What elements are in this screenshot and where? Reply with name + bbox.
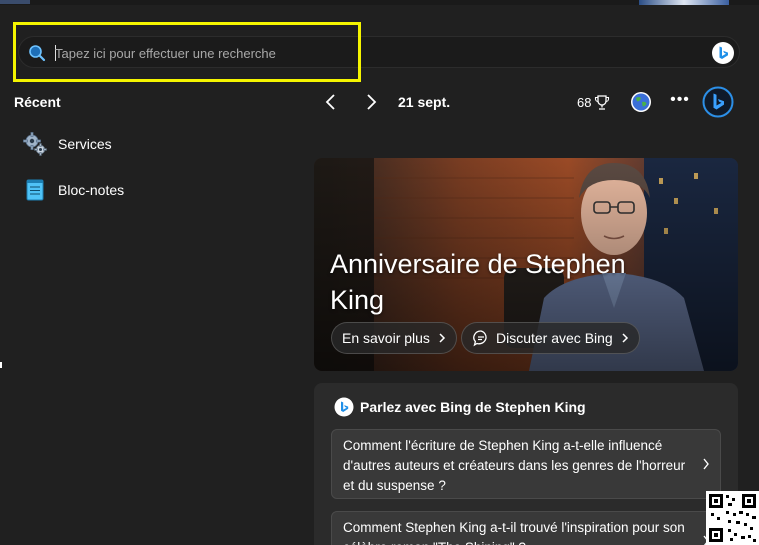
bing-card-header: Parlez avec Bing de Stephen King xyxy=(334,397,586,417)
taskbar-fragment xyxy=(0,0,30,4)
chat-with-bing-button[interactable]: Discuter avec Bing xyxy=(461,322,640,354)
gear-icon xyxy=(23,132,47,156)
qr-code-icon xyxy=(706,491,759,545)
back-arrow-icon[interactable] xyxy=(319,90,343,114)
chat-bubble-icon xyxy=(473,330,487,347)
bing-chat-icon[interactable] xyxy=(702,86,734,118)
question-text: Comment l'écriture de Stephen King a-t-e… xyxy=(343,438,686,493)
more-options-icon[interactable]: ••• xyxy=(669,91,691,113)
recent-item-notepad[interactable]: Bloc-notes xyxy=(22,175,282,205)
bing-chat-card: Parlez avec Bing de Stephen King Comment… xyxy=(314,383,738,545)
globe-icon[interactable] xyxy=(630,91,652,113)
search-box[interactable] xyxy=(18,36,740,68)
search-icon xyxy=(29,45,46,62)
trophy-icon xyxy=(595,95,610,110)
hero-card[interactable]: Anniversaire de Stephen King En savoir p… xyxy=(314,158,738,371)
bing-logo-icon xyxy=(334,397,354,417)
recent-heading: Récent xyxy=(14,94,61,110)
chevron-right-icon xyxy=(703,458,709,470)
search-input[interactable] xyxy=(55,41,655,65)
question-text: Comment Stephen King a-t-il trouvé l'ins… xyxy=(343,520,685,545)
bing-logo-icon[interactable] xyxy=(711,41,735,65)
learn-more-button[interactable]: En savoir plus xyxy=(331,322,457,354)
chevron-right-icon xyxy=(439,333,445,343)
suggested-question[interactable]: Comment Stephen King a-t-il trouvé l'ins… xyxy=(331,511,721,545)
taskbar-fragment-right xyxy=(639,0,729,5)
recent-item-label: Bloc-notes xyxy=(58,182,125,198)
recent-item-label: Services xyxy=(58,136,112,152)
hero-title: Anniversaire de Stephen King xyxy=(330,249,626,315)
top-taskbar-strip xyxy=(0,0,759,5)
chevron-right-icon xyxy=(622,333,628,343)
rewards-points-value: 68 xyxy=(577,95,592,110)
recent-item-services[interactable]: Services xyxy=(22,129,282,159)
forward-arrow-icon[interactable] xyxy=(359,90,383,114)
chat-with-bing-label: Discuter avec Bing xyxy=(496,330,613,346)
rewards-points[interactable]: 68 xyxy=(577,94,610,111)
date-label: 21 sept. xyxy=(398,94,451,110)
suggested-question[interactable]: Comment l'écriture de Stephen King a-t-e… xyxy=(331,429,721,499)
bing-card-title: Parlez avec Bing de Stephen King xyxy=(360,399,586,415)
notepad-icon xyxy=(26,179,44,201)
learn-more-label: En savoir plus xyxy=(342,330,430,346)
edge-marker xyxy=(0,362,2,368)
